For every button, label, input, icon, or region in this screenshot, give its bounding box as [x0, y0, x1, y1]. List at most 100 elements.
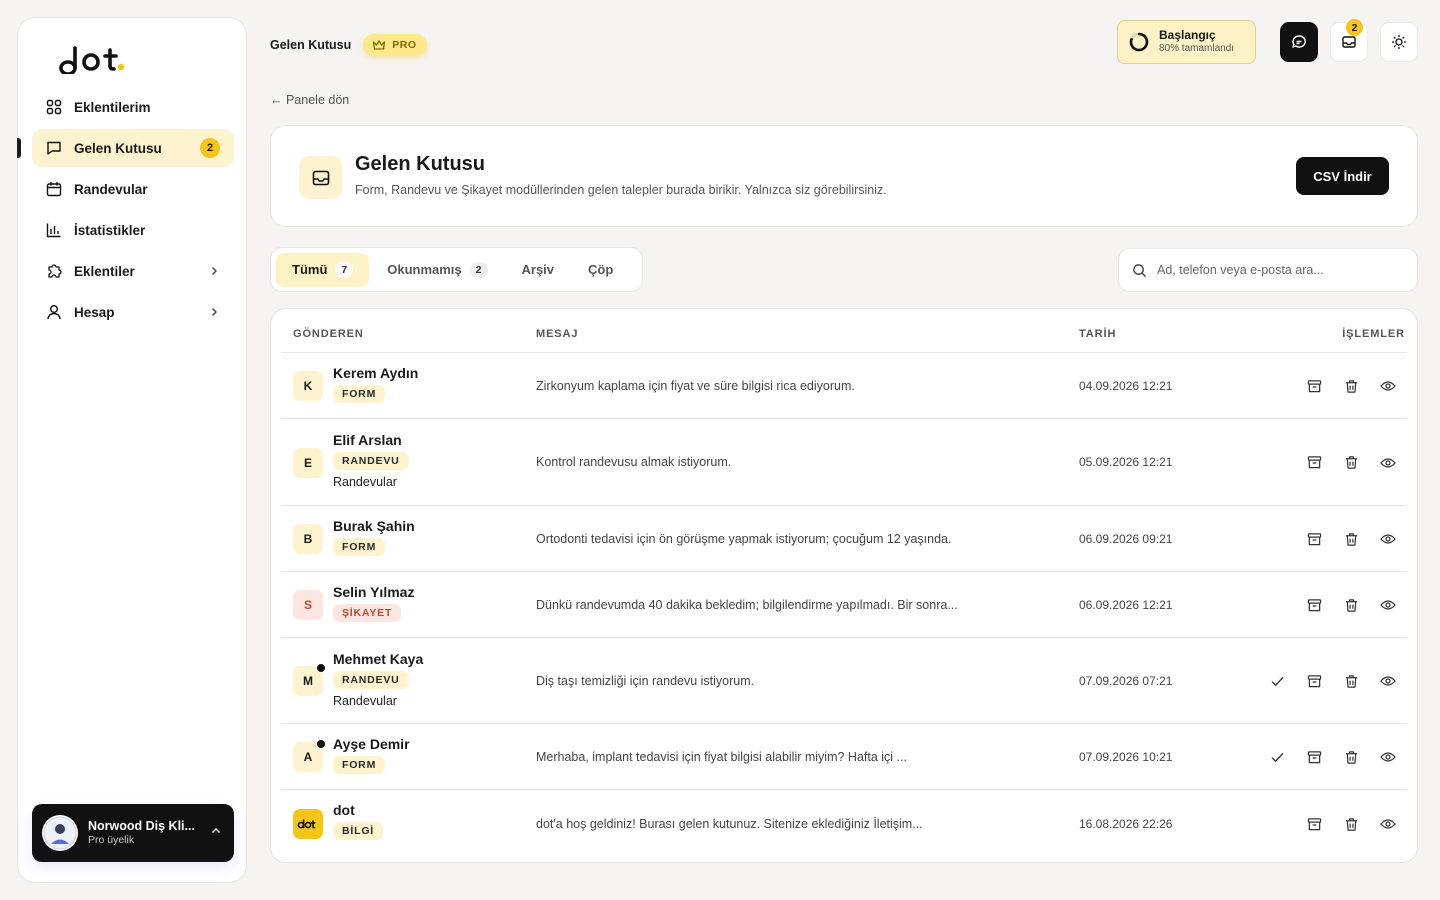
sidebar-item-label: Eklentilerim — [74, 99, 151, 115]
inbox-header-card: Gelen Kutusu Form, Randevu ve Şikayet mo… — [270, 125, 1418, 227]
progress-subtitle: 80% tamamlandı — [1159, 42, 1235, 54]
message-date: 04.09.2026 12:21 — [1079, 378, 1173, 393]
page-title: Gelen Kutusu — [355, 153, 486, 175]
sender-initial: B — [293, 524, 323, 554]
calendar-icon — [46, 181, 62, 197]
breadcrumb: Gelen Kutusu PRO — [270, 34, 427, 56]
sidebar-item-hesap[interactable]: Hesap — [32, 293, 234, 331]
user-name: Norwood Diş Kli... — [88, 818, 195, 833]
trash-icon[interactable] — [1338, 373, 1364, 399]
message-preview[interactable]: Merhaba, implant tedavisi için fiyat bil… — [536, 750, 907, 764]
dot-logo[interactable] — [54, 42, 134, 76]
table-row[interactable]: B Burak Şahin FORM Ortodonti tedavisi için … — [281, 506, 1407, 572]
sender-name: Burak Şahin — [333, 518, 415, 534]
table-row[interactable]: E Elif Arslan RANDEVU Randevular Kontrol ran… — [281, 419, 1407, 506]
csv-download-button[interactable]: CSV İndir — [1296, 157, 1389, 195]
view-eye-icon[interactable] — [1375, 811, 1401, 837]
row-actions — [1290, 811, 1401, 837]
message-preview[interactable]: dot'a hoş geldiniz! Burası gelen kutunuz… — [536, 817, 923, 831]
mark-read-check-icon[interactable] — [1264, 668, 1290, 694]
sidebar-item-gelen-kutusu[interactable]: Gelen Kutusu 2 — [17, 129, 234, 167]
archive-icon[interactable] — [1301, 450, 1327, 476]
message-date: 07.09.2026 10:21 — [1079, 749, 1173, 764]
notification-count: 2 — [1346, 19, 1363, 36]
trash-icon[interactable] — [1338, 668, 1364, 694]
sidebar-item-label: Hesap — [74, 304, 115, 320]
sender-initial: A — [293, 739, 326, 772]
message-preview[interactable]: Diş taşı temizliği için randevu istiyoru… — [536, 674, 754, 688]
archive-icon[interactable] — [1301, 744, 1327, 770]
trash-icon[interactable] — [1338, 526, 1364, 552]
message-preview[interactable]: Kontrol randevusu almak istiyorum. — [536, 455, 731, 469]
user-plan: Pro üyelik — [88, 834, 135, 847]
grid-icon — [46, 99, 62, 115]
mark-read-check-icon[interactable] — [1264, 744, 1290, 770]
table-row[interactable]: dot BİLGİ dot'a hoş geldiniz! Burası gelen… — [281, 790, 1407, 858]
view-eye-icon[interactable] — [1375, 526, 1401, 552]
breadcrumb-title: Gelen Kutusu — [270, 38, 352, 52]
sender-initial: K — [293, 371, 323, 401]
sender-name: dot — [333, 802, 355, 818]
tab-archive[interactable]: Arşiv — [506, 253, 571, 287]
message-date: 16.08.2026 22:26 — [1079, 816, 1173, 831]
chat-icon — [1292, 35, 1306, 48]
message-date: 06.09.2026 12:21 — [1079, 597, 1173, 612]
row-actions — [1253, 668, 1401, 694]
trash-icon[interactable] — [1338, 744, 1364, 770]
row-actions — [1253, 744, 1401, 770]
tab-trash[interactable]: Çöp — [572, 253, 629, 287]
archive-icon[interactable] — [1301, 526, 1327, 552]
table-body: K Kerem Aydın FORM Zirkonyum kaplama için f… — [281, 353, 1407, 858]
trash-icon[interactable] — [1338, 592, 1364, 618]
sender-info: Ayşe Demir FORM — [333, 735, 410, 774]
message-date: 07.09.2026 07:21 — [1079, 673, 1173, 688]
row-actions — [1290, 592, 1401, 618]
chat-button[interactable] — [1280, 22, 1318, 62]
table-row[interactable]: S Selin Yılmaz ŞİKAYET Dünkü randevumda 40 … — [281, 572, 1407, 638]
archive-icon[interactable] — [1301, 811, 1327, 837]
message-square-icon — [46, 140, 62, 156]
sender-name: Mehmet Kaya — [333, 651, 424, 667]
topbar-actions: Başlangıç 80% tamamlandı 2 — [1117, 19, 1418, 64]
user-account-card[interactable]: Norwood Diş Kli... Pro üyelik — [32, 804, 234, 862]
back-to-panel-link[interactable]: ← Panele dön — [270, 93, 349, 107]
sidebar-item-istatistikler[interactable]: İstatistikler — [32, 211, 234, 249]
notifications-button[interactable]: 2 — [1330, 19, 1368, 62]
sender-info: Elif Arslan RANDEVU Randevular — [333, 431, 409, 491]
sidebar-item-eklentiler[interactable]: Eklentiler — [32, 252, 234, 290]
archive-icon[interactable] — [1301, 373, 1327, 399]
tab-all[interactable]: Tümü 7 — [276, 252, 370, 287]
search-box — [1118, 248, 1418, 292]
table-row[interactable]: K Kerem Aydın FORM Zirkonyum kaplama için f… — [281, 353, 1407, 419]
sidebar-nav: Eklentilerim Gelen Kutusu 2 Randevular İ… — [17, 88, 234, 334]
tab-unread[interactable]: Okunmamış 2 — [371, 253, 503, 287]
archive-icon[interactable] — [1301, 592, 1327, 618]
message-preview[interactable]: Ortodonti tedavisi için ön görüşme yapma… — [536, 532, 951, 546]
message-preview[interactable]: Zirkonyum kaplama için fiyat ve süre bil… — [536, 379, 855, 393]
sidebar-item-randevular[interactable]: Randevular — [32, 170, 234, 208]
view-eye-icon[interactable] — [1375, 744, 1401, 770]
sidebar: Eklentilerim Gelen Kutusu 2 Randevular İ… — [17, 17, 247, 883]
view-eye-icon[interactable] — [1375, 592, 1401, 618]
theme-toggle-button[interactable] — [1380, 22, 1418, 62]
sun-icon — [1392, 35, 1406, 49]
search-input[interactable] — [1157, 263, 1404, 277]
trash-icon[interactable] — [1338, 450, 1364, 476]
page-description: Form, Randevu ve Şikayet modüllerinden g… — [355, 183, 887, 197]
sidebar-item-eklentilerim[interactable]: Eklentilerim — [32, 88, 234, 126]
view-eye-icon[interactable] — [1375, 450, 1401, 476]
message-preview[interactable]: Dünkü randevumda 40 dakika bekledim; bil… — [536, 598, 958, 612]
view-eye-icon[interactable] — [1375, 668, 1401, 694]
onboarding-progress[interactable]: Başlangıç 80% tamamlandı — [1117, 20, 1256, 64]
table-row[interactable]: M Mehmet Kaya RANDEVU Randevular Diş taşı te… — [281, 638, 1407, 724]
trash-icon[interactable] — [1338, 811, 1364, 837]
archive-icon[interactable] — [1301, 668, 1327, 694]
view-eye-icon[interactable] — [1375, 373, 1401, 399]
sidebar-item-label: İstatistikler — [74, 222, 146, 238]
sidebar-item-label: Eklentiler — [74, 263, 135, 279]
active-indicator — [17, 138, 21, 158]
sender-module: Randevular — [333, 475, 397, 489]
source-tag: FORM — [333, 538, 386, 556]
table-row[interactable]: A Ayşe Demir FORM Merhaba, implant tedavisi… — [281, 724, 1407, 790]
sender-name: Elif Arslan — [333, 432, 402, 448]
